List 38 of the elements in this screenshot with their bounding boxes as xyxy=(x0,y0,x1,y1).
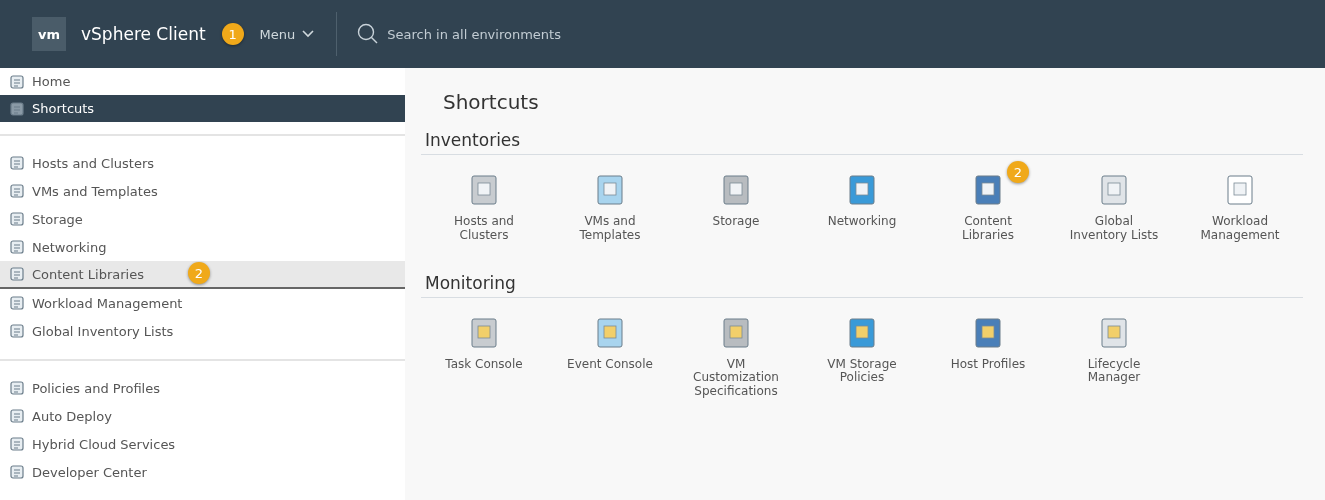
callout-badge: 2 xyxy=(1007,161,1029,183)
shortcut-tile[interactable]: Event Console xyxy=(547,301,673,399)
sidebar-item[interactable]: Hosts and Clusters xyxy=(0,149,405,177)
shortcut-tile[interactable]: Storage xyxy=(673,159,799,243)
vm-logo: vm xyxy=(32,17,66,51)
shortcut-tile[interactable]: Networking xyxy=(799,159,925,243)
section-title: Inventories xyxy=(421,130,1303,155)
shortcut-tile[interactable]: Workload Management xyxy=(1177,159,1303,243)
sidebar-item[interactable]: Auto Deploy xyxy=(0,402,405,430)
chevron-down-icon xyxy=(302,30,315,38)
shortcut-tile[interactable]: VM Storage Policies xyxy=(799,301,925,399)
sidebar-item[interactable]: Policies and Profiles xyxy=(0,374,405,402)
search-field[interactable]: Search in all environments xyxy=(385,25,650,43)
search-icon xyxy=(357,23,380,45)
callout-badge: 2 xyxy=(188,262,210,284)
shortcut-tile[interactable]: VMs and Templates xyxy=(547,159,673,243)
sidebar-item[interactable]: Networking xyxy=(0,233,405,261)
app-title: vSphere Client xyxy=(81,24,206,44)
shortcut-tile[interactable]: Task Console xyxy=(421,301,547,399)
shortcut-tile[interactable]: Lifecycle Manager xyxy=(1051,301,1177,399)
sidebar-item[interactable]: Workload Management xyxy=(0,289,405,317)
shortcut-tile[interactable]: VM Customization Specifications xyxy=(673,301,799,399)
shortcut-tile[interactable]: Content Libraries 2 xyxy=(925,159,1051,243)
sidebar-item[interactable]: Shortcuts xyxy=(0,95,405,122)
menu-button[interactable]: Menu xyxy=(255,22,319,46)
section-title: Monitoring xyxy=(421,272,1303,298)
shortcut-tile[interactable]: Host Profiles xyxy=(925,301,1051,399)
sidebar-item[interactable]: VMs and Templates xyxy=(0,177,405,205)
page-title: Shortcuts xyxy=(443,90,540,114)
sidebar-item[interactable]: Home xyxy=(0,68,405,95)
sidebar-item[interactable]: Content Libraries 2 xyxy=(0,261,405,289)
callout-badge: 1 xyxy=(221,23,244,45)
shortcut-tile[interactable]: Global Inventory Lists xyxy=(1051,159,1177,243)
sidebar-item[interactable]: Developer Center xyxy=(0,458,405,486)
sidebar-item[interactable]: Storage xyxy=(0,205,405,233)
sidebar-item[interactable]: Hybrid Cloud Services xyxy=(0,430,405,458)
shortcut-tile[interactable]: Hosts and Clusters xyxy=(421,159,547,243)
sidebar-item[interactable]: Global Inventory Lists xyxy=(0,317,405,345)
